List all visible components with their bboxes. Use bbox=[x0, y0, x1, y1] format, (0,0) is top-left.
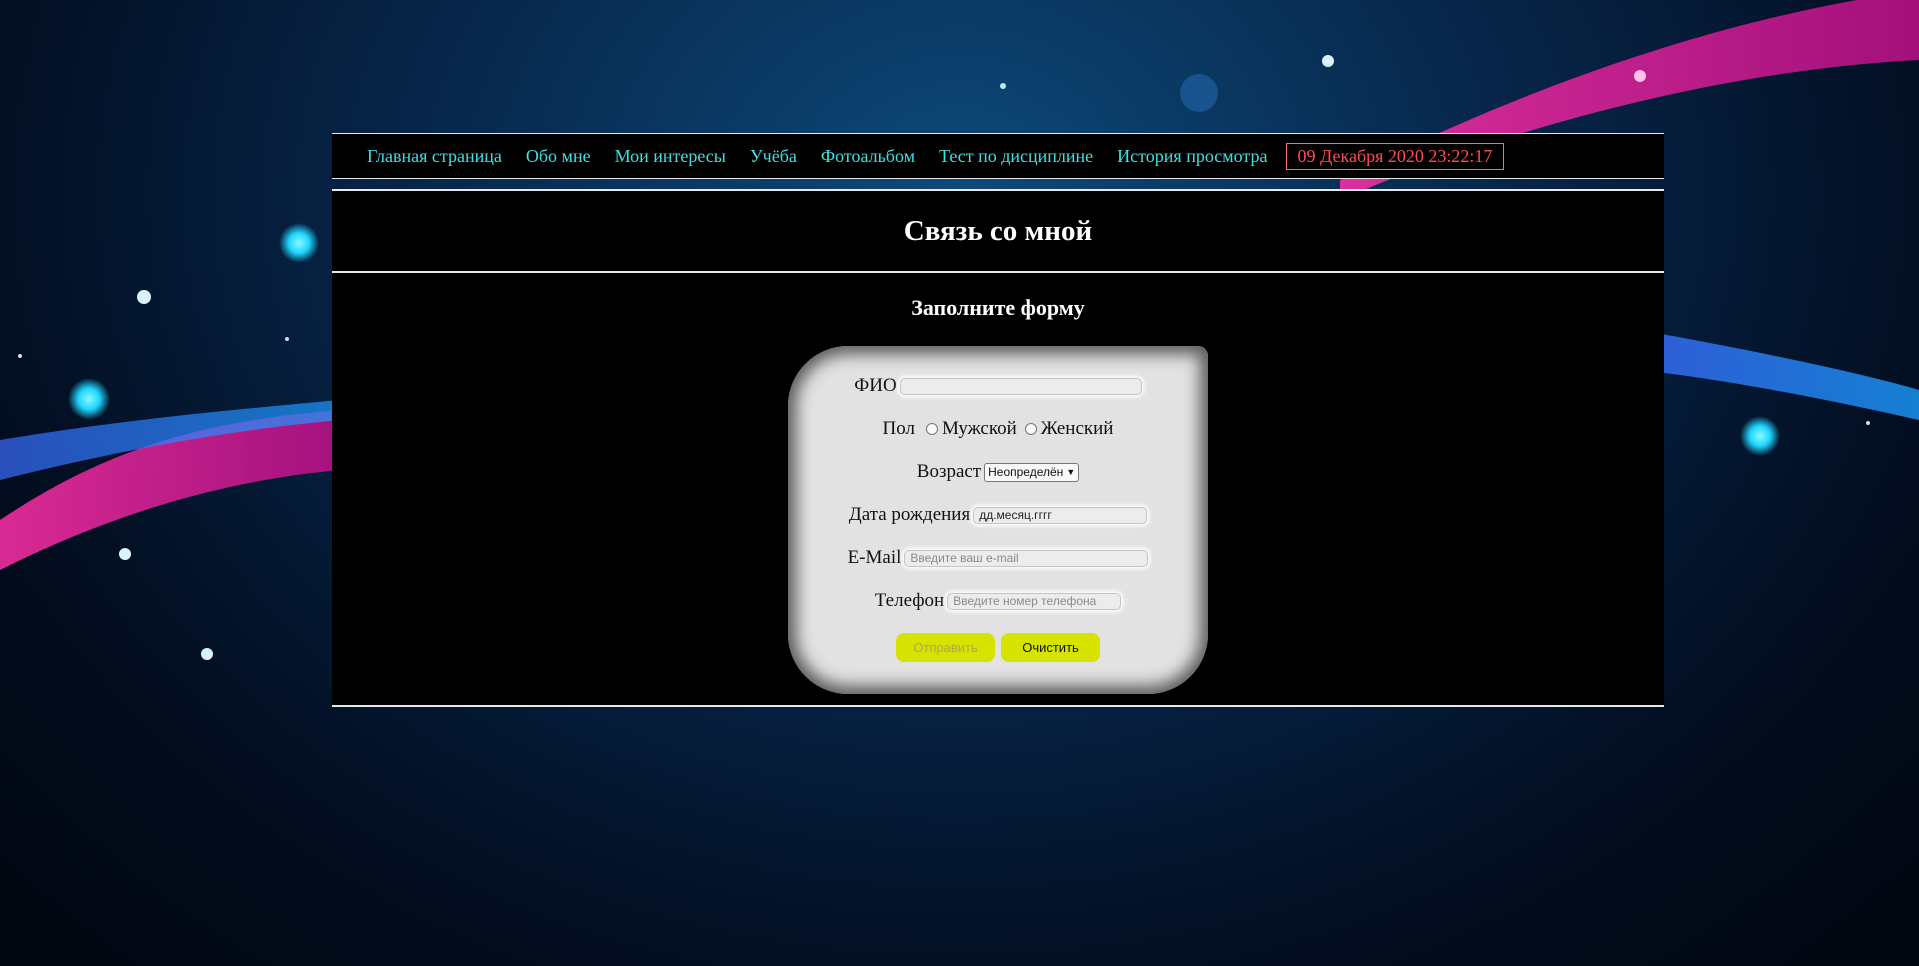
gender-female-label[interactable]: Женский bbox=[1041, 418, 1114, 440]
phone-input[interactable]: Введите номер телефона bbox=[947, 592, 1122, 610]
phone-placeholder: Введите номер телефона bbox=[953, 593, 1097, 608]
email-placeholder: Введите ваш e-mail bbox=[910, 550, 1019, 565]
fio-label: ФИО bbox=[854, 375, 897, 396]
email-label: E-Mail bbox=[847, 547, 902, 568]
fio-row: ФИО bbox=[788, 375, 1208, 397]
age-select-value: Неопределён bbox=[988, 465, 1064, 479]
nav-link-interests[interactable]: Мои интересы bbox=[609, 146, 732, 167]
clock-display: 09 Декабря 2020 23:22:17 bbox=[1285, 142, 1505, 170]
top-navigation: Главная страница Обо мне Мои интересы Уч… bbox=[332, 133, 1664, 179]
page-header: Связь со мной bbox=[332, 189, 1664, 273]
nav-link-history[interactable]: История просмотра bbox=[1111, 146, 1273, 167]
nav-link-study[interactable]: Учёба bbox=[744, 146, 803, 167]
email-input[interactable]: Введите ваш e-mail bbox=[904, 549, 1149, 567]
nav-link-about[interactable]: Обо мне bbox=[520, 146, 597, 167]
gender-male-label[interactable]: Мужской bbox=[942, 418, 1017, 440]
contact-form: ФИО Пол Мужской Женский Возраст Неопреде… bbox=[788, 346, 1208, 694]
clear-button[interactable]: Очистить bbox=[1001, 633, 1100, 662]
phone-label: Телефон bbox=[874, 590, 945, 611]
form-title: Заполните форму bbox=[911, 295, 1085, 320]
gender-female-radio[interactable] bbox=[1024, 423, 1037, 435]
birthdate-input[interactable]: дд.месяц.гггг bbox=[973, 506, 1148, 524]
page-title: Связь со мной bbox=[903, 214, 1093, 247]
age-select[interactable]: Неопределён ▼ bbox=[984, 462, 1080, 482]
birthdate-value: дд.месяц.гггг bbox=[979, 507, 1052, 522]
chevron-down-icon: ▼ bbox=[1066, 467, 1076, 477]
phone-row: Телефон Введите номер телефона bbox=[788, 590, 1208, 612]
gender-label: Пол bbox=[882, 418, 915, 439]
submit-button[interactable]: Отправить bbox=[896, 633, 995, 662]
fio-input[interactable] bbox=[899, 377, 1142, 395]
gender-male-radio[interactable] bbox=[925, 423, 938, 435]
birthdate-row: Дата рождения дд.месяц.гггг bbox=[788, 504, 1208, 526]
nav-link-home[interactable]: Главная страница bbox=[361, 146, 508, 167]
buttons-row: Отправить Очистить bbox=[788, 633, 1208, 662]
main-content: Заполните форму ФИО Пол Мужской Женский … bbox=[332, 273, 1664, 707]
page-container: Главная страница Обо мне Мои интересы Уч… bbox=[332, 133, 1664, 707]
gender-row: Пол Мужской Женский bbox=[788, 418, 1208, 440]
email-row: E-Mail Введите ваш e-mail bbox=[788, 547, 1208, 569]
nav-link-photoalbum[interactable]: Фотоальбом bbox=[815, 146, 921, 167]
age-row: Возраст Неопределён ▼ bbox=[788, 461, 1208, 483]
age-label: Возраст bbox=[916, 461, 982, 482]
nav-link-test[interactable]: Тест по дисциплине bbox=[933, 146, 1099, 167]
birthdate-label: Дата рождения bbox=[848, 504, 971, 525]
